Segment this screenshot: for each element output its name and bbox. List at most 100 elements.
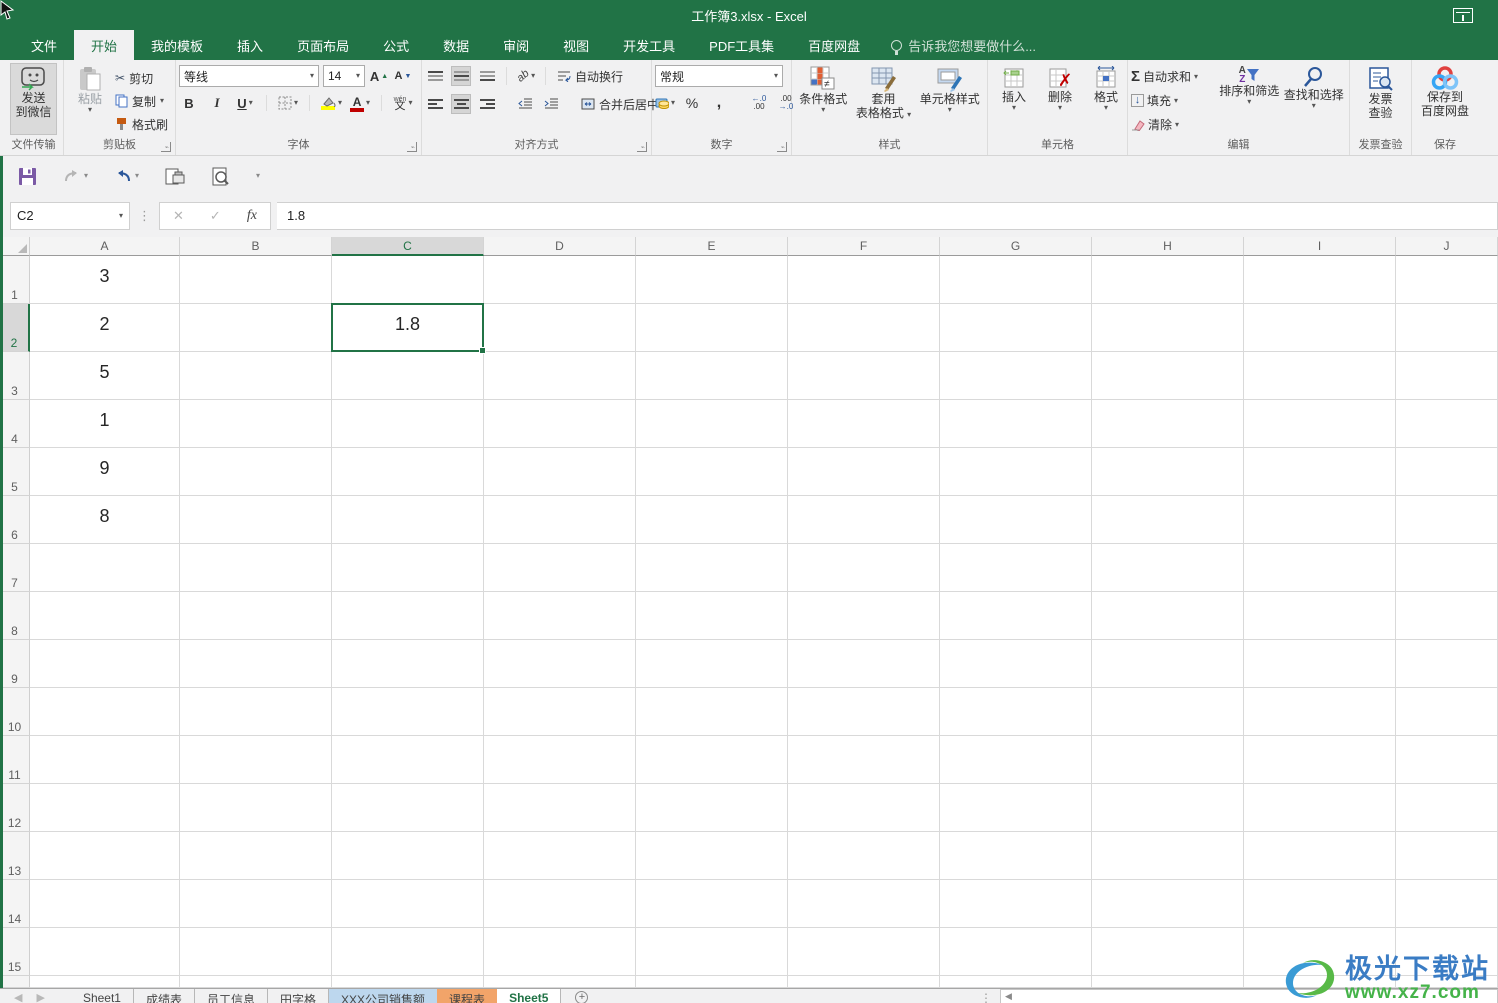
cell-D12[interactable] bbox=[484, 784, 636, 832]
add-sheet-button[interactable]: + bbox=[575, 991, 588, 1003]
font-dialog-launcher[interactable] bbox=[407, 142, 417, 152]
insert-function-button[interactable]: fx bbox=[247, 208, 257, 224]
column-header-D[interactable]: D bbox=[484, 237, 636, 256]
cell-B8[interactable] bbox=[180, 592, 332, 640]
cell-B3[interactable] bbox=[180, 352, 332, 400]
cell-G4[interactable] bbox=[940, 400, 1092, 448]
cell-C4[interactable] bbox=[332, 400, 484, 448]
cell-G14[interactable] bbox=[940, 880, 1092, 928]
cell-J9[interactable] bbox=[1396, 640, 1498, 688]
cell-E8[interactable] bbox=[636, 592, 788, 640]
cell-D8[interactable] bbox=[484, 592, 636, 640]
print-preview-zoom-button[interactable] bbox=[211, 167, 230, 186]
italic-button[interactable]: I bbox=[207, 93, 227, 113]
cell-A13[interactable] bbox=[30, 832, 180, 880]
row-header-12[interactable]: 12 bbox=[0, 784, 30, 832]
cell-C10[interactable] bbox=[332, 688, 484, 736]
cell-C3[interactable] bbox=[332, 352, 484, 400]
formula-bar-resize-handle[interactable]: ⋮ bbox=[138, 208, 151, 224]
cell-G5[interactable] bbox=[940, 448, 1092, 496]
cell-D6[interactable] bbox=[484, 496, 636, 544]
cell-C14[interactable] bbox=[332, 880, 484, 928]
save-to-baidu-button[interactable]: 保存到 百度网盘 bbox=[1417, 63, 1473, 135]
increase-indent-button[interactable] bbox=[541, 94, 561, 114]
cell-E12[interactable] bbox=[636, 784, 788, 832]
cell-G6[interactable] bbox=[940, 496, 1092, 544]
cell-G1[interactable] bbox=[940, 256, 1092, 304]
cell-C13[interactable] bbox=[332, 832, 484, 880]
cell-I10[interactable] bbox=[1244, 688, 1396, 736]
cell-I9[interactable] bbox=[1244, 640, 1396, 688]
qat-customize-button[interactable]: ▾ bbox=[256, 172, 260, 180]
decrease-indent-button[interactable] bbox=[515, 94, 535, 114]
cell-B5[interactable] bbox=[180, 448, 332, 496]
cell-E6[interactable] bbox=[636, 496, 788, 544]
cell-I11[interactable] bbox=[1244, 736, 1396, 784]
cell-H1[interactable] bbox=[1092, 256, 1244, 304]
cell-G10[interactable] bbox=[940, 688, 1092, 736]
ribbon-display-options-icon[interactable] bbox=[1453, 8, 1473, 23]
row-header-10[interactable]: 10 bbox=[0, 688, 30, 736]
cell-C16[interactable] bbox=[332, 976, 484, 988]
comma-button[interactable]: , bbox=[709, 93, 729, 113]
cell-A12[interactable] bbox=[30, 784, 180, 832]
cell-A11[interactable] bbox=[30, 736, 180, 784]
cell-A6[interactable]: 8 bbox=[30, 496, 180, 544]
cell-B7[interactable] bbox=[180, 544, 332, 592]
cell-I12[interactable] bbox=[1244, 784, 1396, 832]
column-header-B[interactable]: B bbox=[180, 237, 332, 256]
cell-F10[interactable] bbox=[788, 688, 940, 736]
formula-input[interactable]: 1.8 bbox=[277, 202, 1498, 230]
cell-I6[interactable] bbox=[1244, 496, 1396, 544]
cell-I3[interactable] bbox=[1244, 352, 1396, 400]
cell-G3[interactable] bbox=[940, 352, 1092, 400]
cell-E9[interactable] bbox=[636, 640, 788, 688]
cell-E1[interactable] bbox=[636, 256, 788, 304]
tab-视图[interactable]: 视图 bbox=[546, 30, 606, 60]
cell-C8[interactable] bbox=[332, 592, 484, 640]
row-header-1[interactable]: 1 bbox=[0, 256, 30, 304]
cell-E7[interactable] bbox=[636, 544, 788, 592]
cell-D16[interactable] bbox=[484, 976, 636, 988]
cell-F5[interactable] bbox=[788, 448, 940, 496]
row-header-11[interactable]: 11 bbox=[0, 736, 30, 784]
cell-H12[interactable] bbox=[1092, 784, 1244, 832]
cell-H9[interactable] bbox=[1092, 640, 1244, 688]
cell-E14[interactable] bbox=[636, 880, 788, 928]
clipboard-dialog-launcher[interactable] bbox=[161, 142, 171, 152]
cell-F8[interactable] bbox=[788, 592, 940, 640]
sheet-nav-next-button[interactable]: ▶ bbox=[36, 989, 70, 1003]
cell-G13[interactable] bbox=[940, 832, 1092, 880]
cell-G15[interactable] bbox=[940, 928, 1092, 976]
send-to-wechat-button[interactable]: 发送 到微信 bbox=[10, 63, 56, 135]
column-header-J[interactable]: J bbox=[1396, 237, 1498, 256]
tab-我的模板[interactable]: 我的模板 bbox=[134, 30, 220, 60]
cell-I14[interactable] bbox=[1244, 880, 1396, 928]
sheet-nav-prev-button[interactable]: ◀ bbox=[0, 989, 36, 1003]
cell-H8[interactable] bbox=[1092, 592, 1244, 640]
row-header-13[interactable]: 13 bbox=[0, 832, 30, 880]
cell-B14[interactable] bbox=[180, 880, 332, 928]
sheet-tab-XXX公司销售额[interactable]: XXX公司销售额 bbox=[329, 989, 437, 1003]
cancel-button[interactable]: ✕ bbox=[173, 208, 184, 224]
sheet-tab-田字格[interactable]: 田字格 bbox=[268, 989, 329, 1003]
cell-J6[interactable] bbox=[1396, 496, 1498, 544]
cell-D11[interactable] bbox=[484, 736, 636, 784]
cell-E2[interactable] bbox=[636, 304, 788, 352]
cell-B6[interactable] bbox=[180, 496, 332, 544]
paste-dropdown[interactable]: ▾ bbox=[88, 106, 92, 114]
cut-button[interactable]: ✂ 剪切 bbox=[113, 67, 170, 89]
sheet-tab-Sheet1[interactable]: Sheet1 bbox=[71, 989, 134, 1003]
cell-A14[interactable] bbox=[30, 880, 180, 928]
conditional-formatting-button[interactable]: ≠ 条件格式 ▾ bbox=[795, 63, 851, 135]
cell-H4[interactable] bbox=[1092, 400, 1244, 448]
select-all-button[interactable] bbox=[0, 237, 30, 256]
cell-J2[interactable] bbox=[1396, 304, 1498, 352]
cell-G8[interactable] bbox=[940, 592, 1092, 640]
cell-D13[interactable] bbox=[484, 832, 636, 880]
tab-审阅[interactable]: 审阅 bbox=[486, 30, 546, 60]
cell-G16[interactable] bbox=[940, 976, 1092, 988]
cell-F9[interactable] bbox=[788, 640, 940, 688]
sheet-tab-成绩表[interactable]: 成绩表 bbox=[134, 989, 195, 1003]
decrease-font-button[interactable]: A▼ bbox=[393, 66, 413, 86]
